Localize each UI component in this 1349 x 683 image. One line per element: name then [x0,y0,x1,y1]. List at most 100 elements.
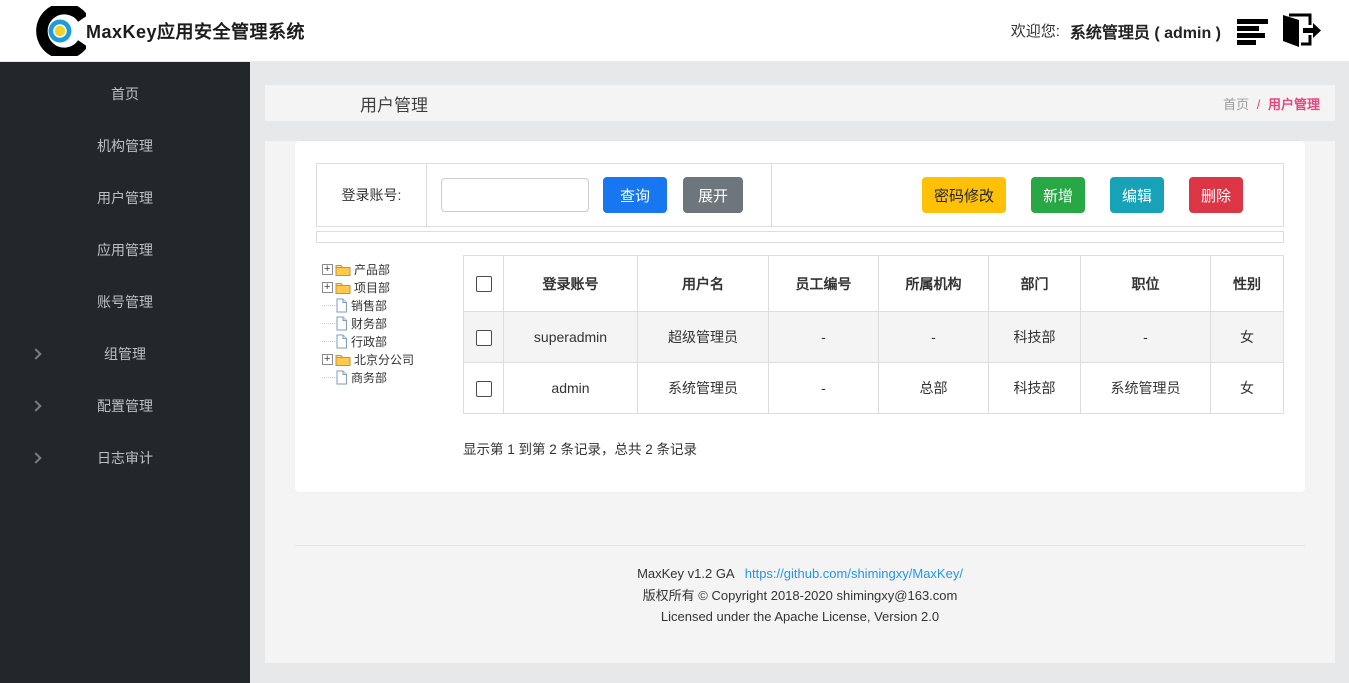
tree-node-business-dept[interactable]: 商务部 [322,368,463,386]
file-icon [335,370,348,385]
sidebar: 首页 机构管理 用户管理 应用管理 账号管理 组管理 配置管理 日志审计 [0,62,250,683]
sidebar-item-organizations[interactable]: 机构管理 [0,120,250,172]
sidebar-item-label: 首页 [111,84,139,104]
sidebar-item-users[interactable]: 用户管理 [0,172,250,224]
cell-login: superadmin [504,312,638,363]
footer: MaxKey v1.2 GA https://github.com/shimin… [265,546,1335,628]
edit-button[interactable]: 编辑 [1110,177,1164,213]
footer-version: MaxKey v1.2 GA [637,566,734,581]
delete-button[interactable]: 删除 [1189,177,1243,213]
cell-job-title: 系统管理员 [1081,363,1211,414]
cell-job-title: - [1081,312,1211,363]
select-all-checkbox[interactable] [476,276,492,292]
cell-login: admin [504,363,638,414]
add-button[interactable]: 新增 [1031,177,1085,213]
tree-node-label: 项目部 [354,279,390,296]
tree-node-label: 产品部 [354,261,390,278]
tree-connector [322,341,335,342]
tree-expand-icon[interactable] [322,282,333,293]
folder-icon [335,263,351,276]
cell-username: 系统管理员 [638,363,769,414]
folder-icon [335,281,351,294]
sidebar-item-home[interactable]: 首页 [0,68,250,120]
sidebar-item-label: 应用管理 [97,240,153,260]
tree-node-finance[interactable]: 财务部 [322,314,463,332]
chevron-right-icon [30,400,41,411]
sidebar-item-accounts[interactable]: 账号管理 [0,276,250,328]
current-user-label: 系统管理员 ( admin ) [1070,19,1221,43]
header-right: 欢迎您: 系统管理员 ( admin ) [1011,12,1323,50]
record-summary: 显示第 1 到第 2 条记录，总共 2 条记录 [463,438,1284,458]
login-account-label: 登录账号: [317,164,427,226]
row-checkbox[interactable] [476,381,492,397]
col-header-employee-id[interactable]: 员工编号 [769,256,879,312]
expand-button[interactable]: 展开 [683,177,743,213]
tree-node-product[interactable]: 产品部 [322,260,463,278]
sidebar-item-apps[interactable]: 应用管理 [0,224,250,276]
folder-icon [335,353,351,366]
tree-node-label: 财务部 [351,315,387,332]
sidebar-item-label: 用户管理 [97,188,153,208]
footer-github-link[interactable]: https://github.com/shimingxy/MaxKey/ [745,566,963,581]
breadcrumb-current: 用户管理 [1268,97,1320,112]
col-header-login[interactable]: 登录账号 [504,256,638,312]
cell-username: 超级管理员 [638,312,769,363]
breadcrumb-home[interactable]: 首页 [1223,97,1249,112]
page-title: 用户管理 [265,91,428,116]
sidebar-item-label: 日志审计 [97,448,153,468]
file-icon [335,298,348,313]
tree-node-label: 销售部 [351,297,387,314]
collapsed-search-strip [316,231,1284,243]
tree-node-label: 北京分公司 [354,351,414,368]
cell-department: 科技部 [989,363,1081,414]
tree-expand-icon[interactable] [322,354,333,365]
search-input-cell: 查询 展开 [427,164,772,226]
col-header-gender[interactable]: 性别 [1211,256,1284,312]
query-button[interactable]: 查询 [603,177,667,213]
tree-node-label: 商务部 [351,369,387,386]
search-panel: 登录账号: 查询 展开 密码修改 新增 编辑 删除 [316,163,1284,227]
col-header-username[interactable]: 用户名 [638,256,769,312]
chevron-right-icon [30,452,41,463]
content-wrapper: 登录账号: 查询 展开 密码修改 新增 编辑 删除 [265,141,1335,663]
chevron-right-icon [30,348,41,359]
tree-node-sales[interactable]: 销售部 [322,296,463,314]
tree-node-project[interactable]: 项目部 [322,278,463,296]
tree-node-admin-dept[interactable]: 行政部 [322,332,463,350]
sidebar-item-groups[interactable]: 组管理 [0,328,250,380]
sidebar-item-label: 账号管理 [97,292,153,312]
col-header-job-title[interactable]: 职位 [1081,256,1211,312]
breadcrumb: 首页 / 用户管理 [1223,94,1335,113]
breadcrumb-separator: / [1257,97,1261,112]
col-header-organization[interactable]: 所属机构 [879,256,989,312]
sidebar-item-label: 组管理 [104,344,146,364]
top-header: MaxKey应用安全管理系统 欢迎您: 系统管理员 ( admin ) [0,0,1349,62]
logout-icon[interactable] [1277,12,1323,50]
sidebar-item-label: 配置管理 [97,396,153,416]
tree-connector [322,377,335,378]
col-header-department[interactable]: 部门 [989,256,1081,312]
login-account-input[interactable] [441,178,589,212]
cell-employee-id: - [769,363,879,414]
cell-organization: 总部 [879,363,989,414]
tree-connector [322,305,335,306]
file-icon [335,334,348,349]
cell-organization: - [879,312,989,363]
table-row[interactable]: admin 系统管理员 - 总部 科技部 系统管理员 女 [464,363,1284,414]
page-title-bar: 用户管理 首页 / 用户管理 [265,85,1335,121]
tree-node-beijing-branch[interactable]: 北京分公司 [322,350,463,368]
app-title: MaxKey应用安全管理系统 [86,18,305,44]
table-row[interactable]: superadmin 超级管理员 - - 科技部 - 女 [464,312,1284,363]
file-icon [335,316,348,331]
sidebar-item-audit[interactable]: 日志审计 [0,432,250,484]
menu-list-icon[interactable] [1235,15,1273,47]
row-checkbox[interactable] [476,330,492,346]
users-table: 登录账号 用户名 员工编号 所属机构 部门 职位 性别 [463,255,1284,414]
welcome-label: 欢迎您: [1011,20,1060,41]
tree-expand-icon[interactable] [322,264,333,275]
cell-gender: 女 [1211,363,1284,414]
change-password-button[interactable]: 密码修改 [922,177,1006,213]
content-card: 登录账号: 查询 展开 密码修改 新增 编辑 删除 [295,141,1305,492]
sidebar-item-config[interactable]: 配置管理 [0,380,250,432]
footer-copyright: 版权所有 © Copyright 2018-2020 shimingxy@163… [265,585,1335,607]
